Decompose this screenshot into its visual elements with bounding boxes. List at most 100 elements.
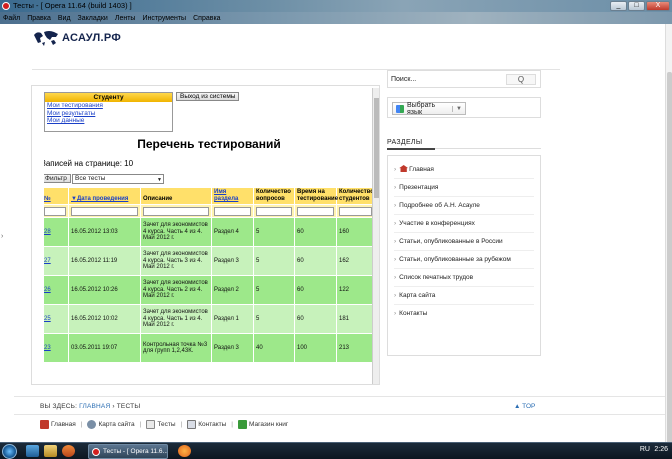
menu-view[interactable]: Вид xyxy=(58,15,71,22)
row-date: 16.05.2012 10:02 xyxy=(68,304,141,334)
row-time: 60 xyxy=(294,304,337,334)
search-input[interactable]: Поиск... xyxy=(391,74,504,85)
language-indicator[interactable]: RU xyxy=(640,446,650,453)
filter-input-time[interactable] xyxy=(297,206,334,216)
minimize-button[interactable]: _ xyxy=(610,1,627,11)
row-questions: 40 xyxy=(253,333,295,363)
footer-bookstore-link[interactable]: Магазин книг xyxy=(237,420,288,429)
footer-home-link[interactable]: Главная xyxy=(40,420,76,429)
student-box: Студенту Мои тестирования Мои результаты… xyxy=(44,92,173,132)
footer-contacts-link[interactable]: Контакты xyxy=(187,420,226,429)
home-icon xyxy=(399,165,409,172)
breadcrumb-home-link[interactable]: ГЛАВНАЯ xyxy=(79,403,110,410)
maximize-button[interactable]: □ xyxy=(628,1,645,11)
world-map-icon xyxy=(34,31,58,46)
breadcrumb-current: ТЕСТЫ xyxy=(116,403,141,410)
row-section: Раздел 2 xyxy=(211,275,254,305)
web-page: АСАУЛ.РФ Студенту Мои тестирования Мои р… xyxy=(14,24,665,442)
sections-underline xyxy=(387,148,435,150)
filter-button[interactable]: Фильтр xyxy=(44,174,71,183)
row-number-link[interactable]: 27 xyxy=(44,246,69,276)
footer-sitemap-link[interactable]: Карта сайта xyxy=(87,420,135,429)
tests-frame: Студенту Мои тестирования Мои результаты… xyxy=(44,90,374,383)
row-questions: 5 xyxy=(253,275,295,305)
menu-bar: Файл Правка Вид Закладки Ленты Инструмен… xyxy=(0,12,672,24)
records-per-page: Записей на странице: 10 xyxy=(44,159,134,168)
filter-input-students[interactable] xyxy=(339,206,372,216)
col-header-students: Количество студентов xyxy=(336,187,374,205)
firefox-icon[interactable] xyxy=(178,445,191,457)
menu-help[interactable]: Справка xyxy=(193,15,220,22)
my-data-link[interactable]: Мои данные xyxy=(45,117,172,125)
menu-bookmarks[interactable]: Закладки xyxy=(78,15,108,22)
filter-input-questions[interactable] xyxy=(256,206,292,216)
logout-button[interactable]: Выход из системы xyxy=(176,92,240,101)
nav-item-articles-abroad[interactable]: › Статьи, опубликованные за рубежом xyxy=(394,251,534,269)
site-logo[interactable]: АСАУЛ.РФ xyxy=(32,29,121,47)
nav-item-publications[interactable]: › Список печатных трудов xyxy=(394,269,534,287)
footer-nav: Главная | Карта сайта | Тесты | Контакты… xyxy=(40,420,293,429)
my-results-link[interactable]: Мои результаты xyxy=(45,110,172,118)
row-time: 60 xyxy=(294,217,337,247)
search-icon: Q xyxy=(517,75,525,84)
row-date: 16.05.2012 11:19 xyxy=(68,246,141,276)
start-button[interactable] xyxy=(2,444,17,459)
table-row[interactable]: 27 16.05.2012 11:19 Зачет для экономисто… xyxy=(44,246,374,276)
col-header-date[interactable]: ▼Дата проведения xyxy=(68,187,141,205)
opera-logo-icon xyxy=(2,2,10,10)
table-row[interactable]: 28 16.05.2012 13:03 Зачет для экономисто… xyxy=(44,217,374,247)
document-icon xyxy=(146,420,156,429)
filter-row xyxy=(44,204,374,218)
google-translate-icon xyxy=(396,104,404,113)
table-row[interactable]: 23 03.05.2011 19:07 Контрольная точка №3… xyxy=(44,333,374,363)
row-section: Раздел 3 xyxy=(211,246,254,276)
filter-input-number[interactable] xyxy=(44,206,66,216)
nav-item-home[interactable]: › Главная xyxy=(394,161,534,179)
col-header-number[interactable]: № xyxy=(44,187,69,205)
test-filter-select[interactable]: Все тесты ▼ xyxy=(72,174,164,184)
menu-edit[interactable]: Правка xyxy=(27,15,51,22)
frame-scrollbar-thumb[interactable] xyxy=(374,98,379,198)
page-scrollbar-thumb[interactable] xyxy=(667,72,672,459)
filter-input-date[interactable] xyxy=(71,206,138,216)
nav-item-sitemap[interactable]: › Карта сайта xyxy=(394,287,534,305)
row-number-link[interactable]: 26 xyxy=(44,275,69,305)
taskbar-opera-task[interactable]: Тесты - [ Opera 11.6... xyxy=(88,444,168,459)
my-tests-link[interactable]: Мои тестирования xyxy=(45,102,172,110)
footer-tests-link[interactable]: Тесты xyxy=(146,420,176,429)
close-button[interactable]: X xyxy=(646,1,670,11)
nav-item-about[interactable]: › Подробнее об А.Н. Асауле xyxy=(394,197,534,215)
menu-file[interactable]: Файл xyxy=(3,15,20,22)
back-to-top-link[interactable]: ▲ TOP xyxy=(514,403,535,410)
site-name: АСАУЛ.РФ xyxy=(62,32,122,44)
col-header-section[interactable]: Имя раздела xyxy=(211,187,254,205)
table-row[interactable]: 26 16.05.2012 10:26 Зачет для экономисто… xyxy=(44,275,374,305)
nav-item-presentation[interactable]: › Презентация xyxy=(394,179,534,197)
frame-scrollbar[interactable] xyxy=(372,88,379,384)
nav-item-conferences[interactable]: › Участие в конференциях xyxy=(394,215,534,233)
opera-window: Тесты - [ Opera 11.64 (build 1403) ] _ □… xyxy=(0,0,672,459)
row-description: Зачет для экономистов 4 курса. Часть 3 и… xyxy=(140,246,212,276)
table-row[interactable]: 25 16.05.2012 10:02 Зачет для экономисто… xyxy=(44,304,374,334)
row-number-link[interactable]: 28 xyxy=(44,217,69,247)
translate-box: Выбрать язык ▼ xyxy=(387,97,541,118)
clock[interactable]: 2:26 xyxy=(654,446,668,453)
page-scrollbar[interactable] xyxy=(665,24,672,459)
select-language-button[interactable]: Выбрать язык ▼ xyxy=(392,102,466,116)
row-date: 16.05.2012 10:26 xyxy=(68,275,141,305)
filter-input-description[interactable] xyxy=(143,206,209,216)
row-description: Контрольная точка №3 для групп 1,2,43К. xyxy=(140,333,212,363)
row-number-link[interactable]: 25 xyxy=(44,304,69,334)
search-button[interactable]: Q xyxy=(506,74,536,85)
breadcrumb-divider xyxy=(14,396,665,397)
menu-feeds[interactable]: Ленты xyxy=(115,15,136,22)
nav-item-articles-russia[interactable]: › Статьи, опубликованные в России xyxy=(394,233,534,251)
media-player-icon[interactable] xyxy=(62,445,75,457)
menu-tools[interactable]: Инструменты xyxy=(142,15,186,22)
row-number-link[interactable]: 23 xyxy=(44,333,69,363)
filter-input-section[interactable] xyxy=(214,206,251,216)
row-section: Раздел 3 xyxy=(211,333,254,363)
nav-item-contacts[interactable]: › Контакты xyxy=(394,305,534,323)
internet-explorer-icon[interactable] xyxy=(26,445,39,457)
folder-icon[interactable] xyxy=(44,445,57,457)
